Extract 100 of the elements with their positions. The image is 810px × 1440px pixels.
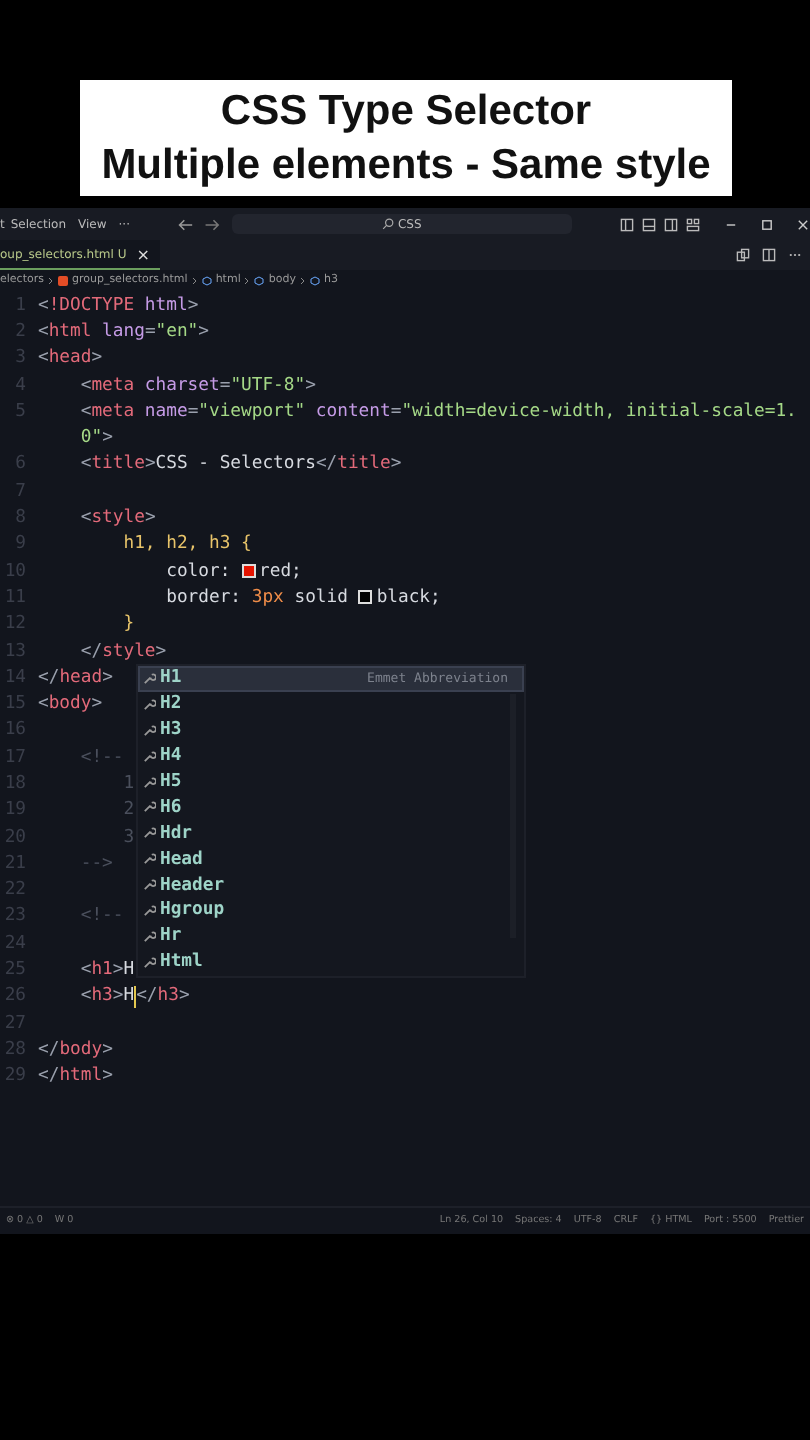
code-token: >: [102, 667, 113, 688]
code-token: html: [142, 295, 188, 316]
caption-text: CSS Type Selector: [220, 86, 592, 138]
code-token: !DOCTYPE: [48, 295, 135, 316]
code-token: red;: [259, 561, 302, 582]
code-token: <!--: [78, 906, 124, 927]
layout-icon[interactable]: [686, 217, 700, 231]
code-token: "en": [155, 321, 199, 342]
suggestion-item[interactable]: Head: [138, 846, 524, 873]
code-token: style: [91, 508, 145, 529]
code-token: 0": [78, 428, 103, 449]
maximize-icon[interactable]: [760, 217, 774, 231]
code-token: border:: [164, 587, 244, 608]
code-token: h3: [157, 986, 179, 1007]
code-token: >: [112, 986, 124, 1007]
element-icon: [201, 275, 212, 285]
code-token: >: [102, 1066, 113, 1087]
wrench-icon: [142, 852, 156, 867]
suggestion-item[interactable]: Hgroup: [138, 898, 524, 924]
code-token: meta: [91, 401, 135, 422]
wrench-icon: [142, 878, 156, 893]
suggestion-item[interactable]: H6: [138, 794, 524, 821]
code-token: </: [78, 641, 103, 661]
code-token: >: [91, 694, 103, 715]
code-token: >: [198, 321, 209, 342]
code-token: CSS - Selectors: [155, 454, 316, 475]
code-token: h1: [91, 960, 113, 981]
code-token: </: [38, 667, 60, 688]
suggestion-item[interactable]: Hr: [138, 923, 524, 950]
code-token: "UTF-8": [230, 375, 306, 396]
code-token: <: [78, 508, 92, 529]
code-token: <: [78, 960, 92, 981]
code-token: solid: [292, 587, 350, 608]
element-icon: [254, 275, 265, 285]
color-swatch[interactable]: [241, 564, 256, 579]
code-token: color:: [164, 561, 233, 582]
code-token: </: [315, 454, 338, 475]
code-token: >: [305, 375, 316, 396]
code-token: <: [38, 321, 49, 342]
code-token: H: [123, 986, 135, 1007]
back-icon[interactable]: [178, 217, 194, 231]
code-token: <: [78, 375, 92, 396]
element-icon: [309, 275, 320, 285]
code-token: >: [102, 1039, 113, 1060]
code-token: =: [187, 401, 199, 422]
code-token: body: [59, 1039, 103, 1060]
code-token: h1, h2, h3 {: [121, 534, 252, 555]
wrench-icon: [142, 826, 156, 841]
code-token: 2: [121, 800, 135, 821]
code-token: title: [337, 454, 391, 475]
wrench-icon: [142, 955, 156, 970]
code-token: >: [155, 641, 167, 661]
code-token: >: [144, 508, 156, 529]
suggestion-item[interactable]: H2: [138, 691, 524, 718]
code-token: =: [144, 321, 156, 342]
suggestion-item[interactable]: Html: [138, 949, 524, 976]
search-icon: [381, 218, 394, 230]
code-token: black;: [376, 587, 441, 608]
code-token: title: [91, 454, 145, 475]
code-token: head: [59, 667, 103, 688]
code-token: h3: [91, 986, 113, 1007]
code-token: =: [219, 375, 231, 396]
wrench-icon: [142, 929, 156, 944]
code-token: </: [38, 1066, 60, 1087]
caption-text: Multiple elements - Same style: [101, 140, 711, 192]
code-token: 3: [121, 827, 135, 848]
wrench-icon: [142, 800, 156, 815]
compare-icon[interactable]: [736, 248, 750, 262]
sidebar-toggle-icon[interactable]: [620, 217, 634, 231]
wrench-icon: [142, 723, 156, 738]
suggestion-item[interactable]: H4: [138, 743, 524, 770]
wrench-icon: [142, 749, 156, 764]
code-token: <: [78, 986, 92, 1007]
split-icon[interactable]: [664, 217, 678, 231]
code-token: 3px: [251, 587, 284, 608]
suggestion-item[interactable]: Header: [138, 872, 524, 899]
code-token: <!--: [78, 747, 124, 768]
split-icon[interactable]: [762, 248, 776, 262]
panel-toggle-icon[interactable]: [642, 217, 656, 231]
code-token: content: [313, 401, 391, 422]
code-token: >: [187, 295, 199, 316]
code-token: H: [123, 960, 135, 981]
suggestion-item[interactable]: Hdr: [138, 820, 524, 847]
wrench-icon: [142, 671, 156, 686]
forward-icon[interactable]: [203, 217, 220, 231]
code-token: <: [38, 295, 49, 316]
close-icon[interactable]: [796, 217, 810, 231]
code-token: style: [102, 641, 156, 661]
suggestion-item[interactable]: H3: [138, 717, 524, 744]
code-token: html: [48, 321, 92, 342]
code-token: >: [178, 986, 190, 1007]
wrench-icon: [142, 903, 156, 918]
suggestion-item[interactable]: H5: [138, 769, 524, 795]
code-token: meta: [91, 375, 135, 396]
code-token: >: [112, 960, 124, 981]
code-token: >: [390, 454, 402, 475]
wrench-icon: [142, 775, 156, 789]
color-swatch[interactable]: [358, 590, 373, 605]
code-token: head: [48, 348, 92, 369]
code-token: }: [121, 614, 135, 635]
